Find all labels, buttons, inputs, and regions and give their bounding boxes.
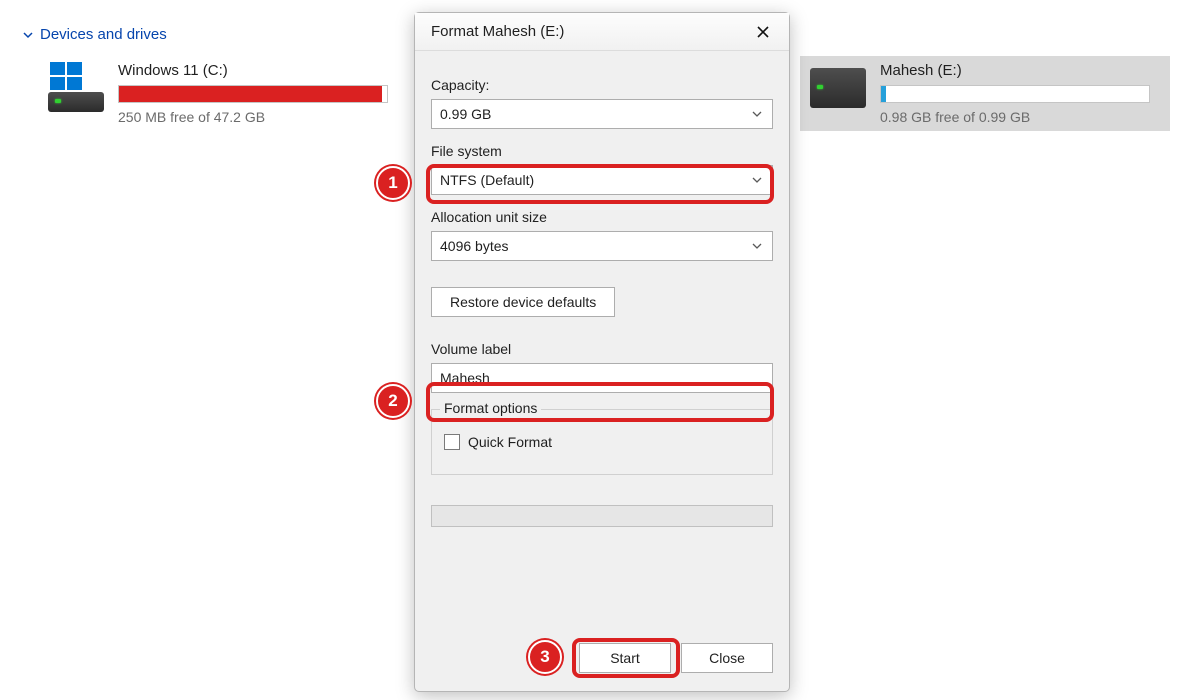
capacity-select[interactable]: 0.99 GB xyxy=(431,99,773,129)
volume-label-input[interactable]: Mahesh xyxy=(431,363,773,393)
dialog-titlebar[interactable]: Format Mahesh (E:) xyxy=(415,13,789,51)
drive-c-free-text: 250 MB free of 47.2 GB xyxy=(118,109,398,125)
chevron-down-icon xyxy=(752,238,762,254)
capacity-value: 0.99 GB xyxy=(440,106,491,122)
drive-e-name: Mahesh (E:) xyxy=(880,62,1160,79)
annotation-badge-2: 2 xyxy=(376,384,410,418)
windows-drive-icon xyxy=(48,62,104,112)
allocation-value: 4096 bytes xyxy=(440,238,509,254)
close-button-label: Close xyxy=(709,650,745,666)
annotation-badge-1: 1 xyxy=(376,166,410,200)
drive-c-name: Windows 11 (C:) xyxy=(118,62,398,79)
devices-and-drives-header[interactable]: Devices and drives xyxy=(22,26,167,43)
allocation-select[interactable]: 4096 bytes xyxy=(431,231,773,261)
chevron-down-icon xyxy=(22,29,34,41)
start-button-label: Start xyxy=(610,650,640,666)
start-button[interactable]: Start xyxy=(579,643,671,673)
drive-item-e[interactable]: Mahesh (E:) 0.98 GB free of 0.99 GB xyxy=(800,56,1170,131)
restore-defaults-button[interactable]: Restore device defaults xyxy=(431,287,615,317)
chevron-down-icon xyxy=(752,106,762,122)
filesystem-label: File system xyxy=(431,143,773,159)
format-dialog: Format Mahesh (E:) Capacity: 0.99 GB Fil… xyxy=(414,12,790,692)
volume-label-value: Mahesh xyxy=(440,370,490,386)
format-progress-bar xyxy=(431,505,773,527)
close-icon[interactable] xyxy=(747,18,779,46)
drive-c-usage-bar xyxy=(118,85,388,103)
quick-format-checkbox[interactable] xyxy=(444,434,460,450)
drive-icon xyxy=(810,68,866,108)
section-title: Devices and drives xyxy=(40,26,167,43)
chevron-down-icon xyxy=(752,172,762,188)
restore-defaults-label: Restore device defaults xyxy=(450,294,596,310)
close-button[interactable]: Close xyxy=(681,643,773,673)
filesystem-select[interactable]: NTFS (Default) xyxy=(431,165,773,195)
drive-e-free-text: 0.98 GB free of 0.99 GB xyxy=(880,109,1160,125)
allocation-label: Allocation unit size xyxy=(431,209,773,225)
format-options-group: Format options Quick Format xyxy=(431,409,773,475)
dialog-title-text: Format Mahesh (E:) xyxy=(431,23,564,40)
quick-format-label: Quick Format xyxy=(468,434,552,450)
filesystem-value: NTFS (Default) xyxy=(440,172,534,188)
format-options-legend: Format options xyxy=(440,400,541,416)
volume-label-label: Volume label xyxy=(431,341,773,357)
capacity-label: Capacity: xyxy=(431,77,773,93)
drive-e-usage-bar xyxy=(880,85,1150,103)
drive-item-c[interactable]: Windows 11 (C:) 250 MB free of 47.2 GB xyxy=(38,56,408,131)
annotation-badge-3: 3 xyxy=(528,640,562,674)
